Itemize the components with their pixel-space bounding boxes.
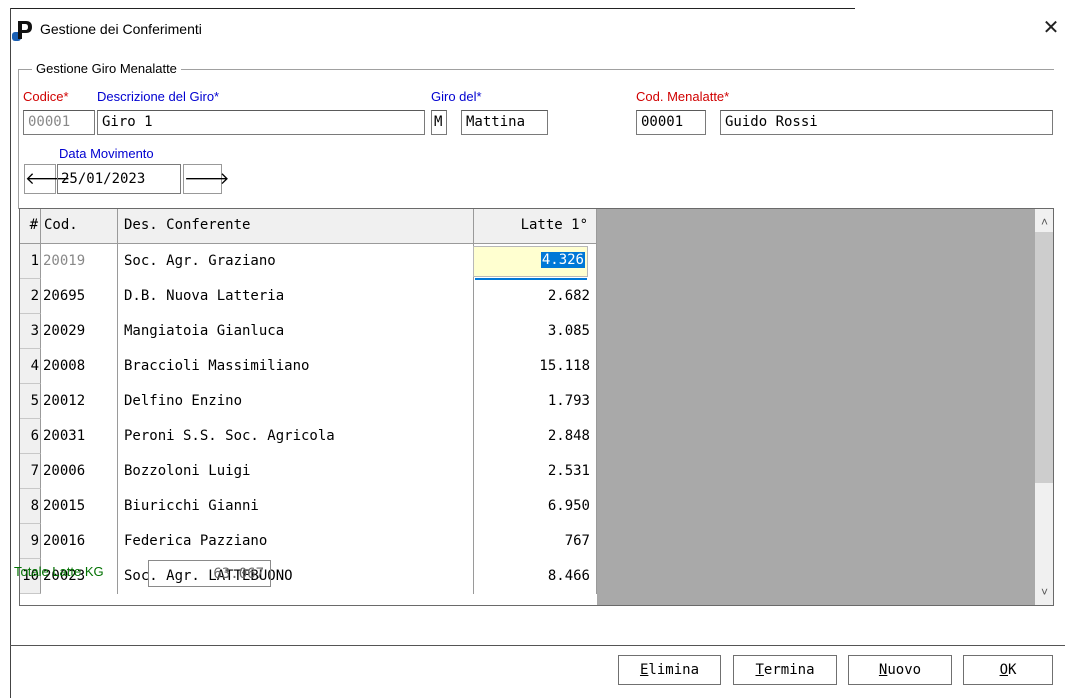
row-number: 9 <box>20 524 41 559</box>
main-panel: Gestione Giro Menalatte Codice* Descrizi… <box>11 58 1065 643</box>
elimina-label: limina <box>648 662 699 678</box>
termina-hotkey: T <box>755 662 764 678</box>
cod-menalatte-field[interactable]: 00001 <box>636 110 706 135</box>
group-legend: Gestione Giro Menalatte <box>32 61 181 76</box>
table-row[interactable]: 5 20012 Delfino Enzino 1.793 <box>20 384 597 419</box>
ok-label: K <box>1008 662 1017 678</box>
row-number: 2 <box>20 279 41 314</box>
row-code[interactable]: 20016 <box>41 524 118 559</box>
row-number: 6 <box>20 419 41 454</box>
ok-hotkey: O <box>999 662 1008 678</box>
codice-field[interactable]: 00001 <box>23 110 95 135</box>
row-number: 4 <box>20 349 41 384</box>
row-number: 7 <box>20 454 41 489</box>
table-row[interactable]: 2 20695 D.B. Nuova Latteria 2.682 <box>20 279 597 314</box>
table-row[interactable]: 8 20015 Biuricchi Gianni 6.950 <box>20 489 597 524</box>
header-num: # <box>20 209 41 244</box>
scroll-up-icon[interactable]: ˄ <box>1035 215 1053 231</box>
nuovo-label: uovo <box>887 662 922 678</box>
giro-del-code-field[interactable]: M <box>431 110 447 135</box>
row-code[interactable]: 20029 <box>41 314 118 349</box>
app-logo-icon <box>12 21 32 41</box>
window-top-border <box>10 8 855 9</box>
row-latte[interactable]: 8.466 <box>474 559 597 594</box>
descrizione-field[interactable]: Giro 1 <box>97 110 425 135</box>
arrow-right-icon: 🡒 <box>184 169 230 188</box>
termina-label: ermina <box>763 662 815 678</box>
row-code[interactable]: 20015 <box>41 489 118 524</box>
totale-latte-field: 63.067 <box>148 560 271 587</box>
window-title: Gestione dei Conferimenti <box>40 21 202 37</box>
table-row[interactable]: 4 20008 Braccioli Massimiliano 15.118 <box>20 349 597 384</box>
edit-focus-line <box>475 278 587 280</box>
row-description[interactable]: Peroni S.S. Soc. Agricola <box>118 419 474 454</box>
row-number: 1 <box>20 244 41 279</box>
row-latte[interactable]: 1.793 <box>474 384 597 419</box>
header-code[interactable]: Cod. <box>41 209 118 244</box>
scroll-thumb[interactable] <box>1035 232 1053 483</box>
row-number: 3 <box>20 314 41 349</box>
row-code[interactable]: 20031 <box>41 419 118 454</box>
totale-latte-label: Totale Latte KG <box>14 564 104 579</box>
row-description[interactable]: Biuricchi Gianni <box>118 489 474 524</box>
header-latte[interactable]: Latte 1° <box>474 209 597 244</box>
table-row[interactable]: 10 20023 Soc. Agr. LATTEBUONO 8.466 <box>20 559 597 594</box>
row-description[interactable]: Soc. Agr. Graziano <box>118 244 474 279</box>
table-row[interactable]: 7 20006 Bozzoloni Luigi 2.531 <box>20 454 597 489</box>
row-latte[interactable]: 6.950 <box>474 489 597 524</box>
row-latte[interactable]: 3.085 <box>474 314 597 349</box>
table-row[interactable]: 9 20016 Federica Pazziano 767 <box>20 524 597 559</box>
nuovo-button[interactable]: Nuovo <box>848 655 952 685</box>
table-row[interactable]: 3 20029 Mangiatoia Gianluca 3.085 <box>20 314 597 349</box>
row-number: 5 <box>20 384 41 419</box>
header-desc[interactable]: Des. Conferente <box>118 209 474 244</box>
next-date-button[interactable]: 🡒 <box>183 164 230 194</box>
row-latte[interactable]: 2.682 <box>474 279 597 314</box>
prev-date-button[interactable]: 🡐 <box>24 164 71 194</box>
conferimenti-grid[interactable]: # Cod. Des. Conferente Latte 1° 1 20019 So… <box>19 208 1054 606</box>
row-description[interactable]: Braccioli Massimiliano <box>118 349 474 384</box>
row-latte[interactable]: 2.531 <box>474 454 597 489</box>
giro-del-field[interactable]: Mattina <box>461 110 548 135</box>
bottom-separator <box>10 645 1065 646</box>
row-description[interactable]: Mangiatoia Gianluca <box>118 314 474 349</box>
row-latte[interactable]: 15.118 <box>474 349 597 384</box>
group-box-border-left <box>18 69 19 209</box>
row-description[interactable]: Delfino Enzino <box>118 384 474 419</box>
table-row[interactable]: 6 20031 Peroni S.S. Soc. Agricola 2.848 <box>20 419 597 454</box>
codice-label: Codice* <box>23 89 69 104</box>
giro-del-label: Giro del* <box>431 89 482 104</box>
scroll-down-icon[interactable]: ˅ <box>1035 585 1053 601</box>
row-latte[interactable]: 2.848 <box>474 419 597 454</box>
cod-menalatte-label: Cod. Menalatte* <box>636 89 730 104</box>
row-code[interactable]: 20019 <box>41 244 118 279</box>
grid-rows-area: # Cod. Des. Conferente Latte 1° 1 20019 So… <box>20 209 597 605</box>
descrizione-label: Descrizione del Giro* <box>97 89 220 104</box>
close-icon[interactable]: ✕ <box>1041 16 1061 40</box>
data-movimento-label: Data Movimento <box>59 146 154 161</box>
termina-button[interactable]: Termina <box>733 655 837 685</box>
menalatte-name-field[interactable]: Guido Rossi <box>720 110 1053 135</box>
ok-button[interactable]: OK <box>963 655 1053 685</box>
data-movimento-field[interactable]: 25/01/2023 <box>57 164 181 194</box>
latte-edit-value[interactable]: 4.326 <box>540 252 585 268</box>
row-latte[interactable]: 767 <box>474 524 597 559</box>
row-code[interactable]: 20012 <box>41 384 118 419</box>
row-code[interactable]: 20008 <box>41 349 118 384</box>
elimina-button[interactable]: Elimina <box>618 655 721 685</box>
vertical-scrollbar[interactable]: ˄ ˅ <box>1035 209 1053 605</box>
row-number: 8 <box>20 489 41 524</box>
latte-edit-cell[interactable]: 4.326 <box>473 246 588 277</box>
row-description[interactable]: Bozzoloni Luigi <box>118 454 474 489</box>
row-description[interactable]: D.B. Nuova Latteria <box>118 279 474 314</box>
row-description[interactable]: Federica Pazziano <box>118 524 474 559</box>
row-code[interactable]: 20695 <box>41 279 118 314</box>
row-code[interactable]: 20006 <box>41 454 118 489</box>
